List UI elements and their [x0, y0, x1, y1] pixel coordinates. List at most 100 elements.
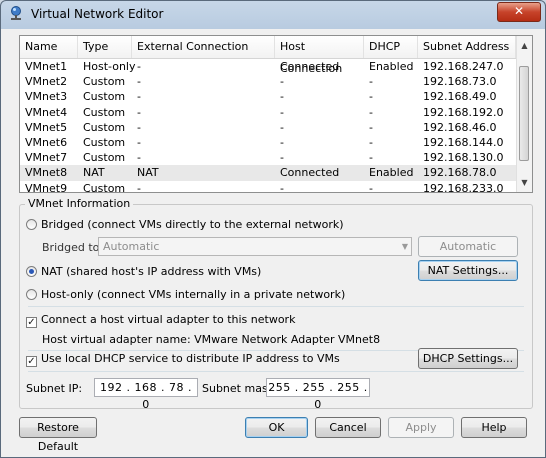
table-row[interactable]: VMnet7 Custom - - -192.168.130.0: [20, 150, 516, 165]
nat-radio-label: NAT (shared host's IP address with VMs): [41, 265, 262, 278]
bridged-to-dropdown[interactable]: Automatic ▼: [98, 237, 412, 256]
table-row[interactable]: VMnet3 Custom - - -192.168.49.0: [20, 89, 516, 104]
table-row-selected[interactable]: VMnet8 NAT NAT Connected Enabled 192.168.78.0: [20, 165, 516, 181]
cell-subnet: 192.168.233.0: [423, 181, 504, 195]
subnet-ip-field[interactable]: 192 . 168 . 78 . 0: [94, 378, 198, 411]
cell-external: -: [137, 120, 141, 134]
cell-dhcp: -: [369, 135, 373, 149]
network-app-icon: [11, 6, 21, 20]
cell-type: Custom: [83, 90, 126, 104]
cell-dhcp: Enabled: [369, 60, 414, 73]
cell-name: VMnet8: [25, 166, 68, 180]
cell-host: -: [280, 135, 284, 149]
cell-dhcp: -: [369, 151, 373, 165]
dhcp-option[interactable]: ✓ Use local DHCP service to distribute IP…: [26, 352, 340, 367]
column-header-type[interactable]: Type: [78, 36, 132, 58]
connect-adapter-checkbox[interactable]: ✓: [26, 317, 37, 328]
nat-settings-button[interactable]: NAT Settings...: [418, 260, 518, 281]
restore-default-button[interactable]: Restore Default: [19, 417, 97, 453]
dhcp-checkbox[interactable]: ✓: [26, 356, 37, 367]
cell-name: VMnet7: [25, 151, 68, 165]
cell-dhcp: -: [369, 181, 373, 195]
scroll-down-arrow-icon[interactable]: ▼: [517, 175, 532, 190]
host-adapter-name-text: Host virtual adapter name: VMware Networ…: [42, 333, 381, 346]
cell-host: -: [280, 75, 284, 89]
bridged-radio[interactable]: [26, 219, 37, 230]
cell-dhcp: -: [369, 105, 373, 119]
close-button[interactable]: ✕: [497, 2, 541, 22]
apply-button[interactable]: Apply: [388, 417, 454, 438]
cell-type: Custom: [83, 181, 126, 195]
cell-external: NAT: [137, 166, 159, 180]
vertical-scrollbar[interactable]: ▲ ▼: [516, 36, 532, 192]
dhcp-settings-button[interactable]: DHCP Settings...: [418, 348, 518, 369]
cell-subnet: 192.168.49.0: [423, 90, 497, 104]
subnet-ip-label: Subnet IP:: [26, 382, 83, 395]
cell-dhcp: Enabled: [369, 166, 414, 180]
table-row[interactable]: VMnet6 Custom - - -192.168.144.0: [20, 135, 516, 150]
ok-button[interactable]: OK: [245, 417, 308, 438]
cell-host: -: [280, 90, 284, 104]
subnet-mask-field[interactable]: 255 . 255 . 255 . 0: [266, 378, 370, 411]
cell-dhcp: -: [369, 120, 373, 134]
table-row[interactable]: VMnet2 Custom - - -192.168.73.0: [20, 74, 516, 89]
dhcp-label: Use local DHCP service to distribute IP …: [41, 352, 340, 365]
scroll-up-arrow-icon[interactable]: ▲: [517, 38, 532, 53]
connect-adapter-label: Connect a host virtual adapter to this n…: [41, 313, 296, 326]
cell-type: Custom: [83, 135, 126, 149]
table-row[interactable]: VMnet9 Custom - - -192.168.233.0: [20, 181, 516, 196]
cell-subnet: 192.168.130.0: [423, 151, 504, 165]
help-button[interactable]: Help: [461, 417, 527, 438]
close-icon: ✕: [513, 4, 525, 18]
table-row[interactable]: VMnet1 Host-only - Connected Enabled 192.168.…: [20, 59, 516, 74]
cell-type: Custom: [83, 75, 126, 89]
nat-radio-option[interactable]: NAT (shared host's IP address with VMs): [26, 265, 261, 278]
scrollbar-thumb[interactable]: [519, 66, 529, 161]
group-label: VMnet Information: [25, 197, 134, 210]
cell-type: Custom: [83, 120, 126, 134]
host-only-radio-option[interactable]: Host-only (connect VMs internally in a p…: [26, 288, 345, 301]
cell-external: -: [137, 181, 141, 195]
cell-dhcp: -: [369, 75, 373, 89]
bridged-radio-option[interactable]: Bridged (connect VMs directly to the ext…: [26, 218, 344, 231]
cell-external: -: [137, 105, 141, 119]
network-list[interactable]: Name Type External Connection Host Conne…: [19, 35, 533, 196]
cell-subnet: 192.168.46.0: [423, 120, 497, 134]
bridged-to-value: Automatic: [103, 240, 160, 253]
cell-name: VMnet2: [25, 75, 68, 89]
cell-type: Custom: [83, 105, 126, 119]
vmnet-information-group: VMnet Information Bridged (connect VMs d…: [19, 197, 533, 411]
cell-external: -: [137, 75, 141, 89]
cell-subnet: 192.168.247.0: [423, 60, 504, 73]
cell-external: -: [137, 151, 141, 165]
host-only-radio[interactable]: [26, 289, 37, 300]
virtual-network-editor-window: Virtual Network Editor ✕ Name Type Exter…: [0, 0, 546, 458]
column-header-subnet-address[interactable]: Subnet Address: [418, 36, 516, 58]
cancel-button[interactable]: Cancel: [315, 417, 381, 438]
network-rows: VMnet1 Host-only - Connected Enabled 192.168.…: [20, 59, 516, 196]
automatic-settings-button[interactable]: Automatic Settings...: [418, 236, 518, 272]
bridged-to-label: Bridged to:: [42, 241, 104, 254]
column-header-host-connection[interactable]: Host Connection: [275, 36, 364, 75]
cell-subnet: 192.168.73.0: [423, 75, 497, 89]
cell-host: Connected: [280, 60, 340, 73]
table-row[interactable]: VMnet4 Custom - - -192.168.192.0: [20, 105, 516, 120]
divider: [28, 371, 524, 372]
nat-radio[interactable]: [26, 266, 37, 277]
column-header-dhcp[interactable]: DHCP: [364, 36, 418, 58]
column-header-external-connection[interactable]: External Connection: [132, 36, 275, 58]
column-header-name[interactable]: Name: [20, 36, 78, 58]
cell-name: VMnet1: [25, 60, 68, 73]
cell-name: VMnet5: [25, 120, 68, 134]
title-bar[interactable]: Virtual Network Editor ✕: [1, 1, 545, 28]
cell-host: -: [280, 120, 284, 134]
connect-adapter-option[interactable]: ✓ Connect a host virtual adapter to this …: [26, 313, 295, 328]
cell-type: Host-only: [83, 60, 136, 73]
cell-dhcp: -: [369, 90, 373, 104]
chevron-down-icon: ▼: [401, 242, 408, 251]
cell-name: VMnet3: [25, 90, 68, 104]
table-row[interactable]: VMnet5 Custom - - -192.168.46.0: [20, 120, 516, 135]
cell-subnet: 192.168.78.0: [423, 166, 497, 180]
cell-external: -: [137, 135, 141, 149]
cell-subnet: 192.168.192.0: [423, 105, 504, 119]
